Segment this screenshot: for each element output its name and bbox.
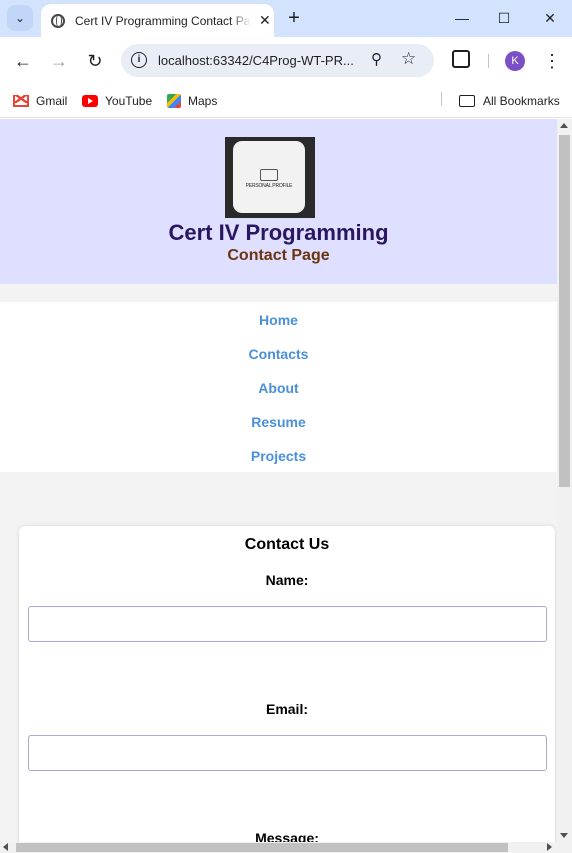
email-label: Email: [265, 701, 308, 717]
active-tab[interactable]: Cert IV Programming Contact Page ✕ [41, 4, 274, 37]
nav-link-about[interactable]: About [0, 380, 557, 396]
forward-arrow-icon[interactable]: → [47, 49, 71, 73]
menu-icon[interactable]: ⋮ [543, 49, 561, 73]
nav-link-projects[interactable]: Projects [0, 448, 557, 464]
scroll-down-icon[interactable] [560, 833, 568, 838]
message-label: Message: [255, 830, 319, 842]
vertical-scrollbar[interactable] [557, 119, 572, 842]
bookmark-maps[interactable]: Maps [167, 91, 217, 111]
gmail-icon [13, 95, 29, 107]
maps-icon [167, 94, 181, 108]
logo-text: PERSONAL PROFILE [245, 183, 293, 189]
bookmark-star-icon[interactable]: ☆ [401, 49, 416, 69]
url-text[interactable]: localhost:63342/C4Prog-WT-PR... [158, 53, 354, 68]
bookmark-gmail[interactable]: Gmail [13, 91, 67, 111]
bookmark-label: Gmail [36, 94, 68, 108]
page-subtitle: Contact Page [227, 247, 330, 264]
site-navigation: Home Contacts About Resume Projects [0, 302, 557, 472]
folder-icon [260, 169, 278, 181]
extensions-icon[interactable] [452, 50, 470, 68]
scroll-left-icon[interactable] [3, 843, 8, 851]
name-field[interactable] [28, 606, 547, 642]
maximize-button[interactable]: ☐ [494, 8, 514, 28]
vertical-scroll-thumb[interactable] [559, 135, 570, 487]
new-tab-button[interactable]: + [284, 6, 304, 30]
site-logo: PERSONAL PROFILE [225, 137, 315, 218]
bookmark-label: Maps [188, 94, 218, 108]
nav-link-resume[interactable]: Resume [0, 414, 557, 430]
folder-icon [459, 95, 475, 107]
horizontal-scrollbar[interactable] [0, 842, 572, 853]
minimize-button[interactable]: — [452, 8, 472, 28]
tab-search-button[interactable]: ⌄ [7, 5, 33, 31]
contact-heading: Contact Us [244, 536, 330, 553]
nav-link-contacts[interactable]: Contacts [0, 346, 557, 362]
email-field[interactable] [28, 735, 547, 771]
back-arrow-icon[interactable]: ← [11, 49, 35, 73]
tab-title: Cert IV Programming Contact Page [75, 13, 251, 28]
horizontal-scroll-thumb[interactable] [16, 843, 508, 852]
tab-strip: ⌄ Cert IV Programming Contact Page ✕ + —… [0, 0, 572, 37]
youtube-icon [82, 95, 98, 107]
all-bookmarks-button[interactable]: All Bookmarks [459, 91, 560, 111]
chevron-down-icon: ⌄ [14, 11, 26, 25]
reload-icon[interactable]: ↻ [83, 49, 107, 73]
close-window-button[interactable]: ✕ [540, 8, 560, 28]
scroll-right-icon[interactable] [547, 843, 552, 851]
zoom-icon[interactable]: ⚲ [371, 50, 382, 68]
site-header: PERSONAL PROFILE Cert IV Programming Con… [0, 119, 557, 284]
page-title: Cert IV Programming [168, 220, 389, 245]
globe-icon [51, 13, 65, 28]
site-info-icon[interactable]: i [131, 52, 147, 68]
logo-card: PERSONAL PROFILE [233, 141, 305, 213]
address-bar[interactable]: i localhost:63342/C4Prog-WT-PR... ⚲ ☆ [121, 44, 434, 77]
browser-toolbar: ← → ↻ i localhost:63342/C4Prog-WT-PR... … [0, 37, 572, 85]
all-bookmarks-label: All Bookmarks [483, 94, 560, 108]
bookmarks-bar: Gmail YouTube Maps All Bookmarks [0, 85, 572, 118]
bookmarks-divider [441, 92, 442, 106]
nav-link-home[interactable]: Home [0, 312, 557, 328]
tab-close-icon[interactable]: ✕ [259, 12, 271, 29]
name-label: Name: [265, 572, 309, 588]
bookmark-label: YouTube [105, 94, 153, 108]
toolbar-divider [488, 54, 489, 68]
contact-form-card: Contact Us Name: Email: Message: [19, 526, 555, 842]
profile-avatar[interactable]: K [505, 51, 525, 71]
page-viewport: PERSONAL PROFILE Cert IV Programming Con… [0, 119, 557, 842]
bookmark-youtube[interactable]: YouTube [82, 91, 152, 111]
scroll-up-icon[interactable] [560, 123, 568, 128]
